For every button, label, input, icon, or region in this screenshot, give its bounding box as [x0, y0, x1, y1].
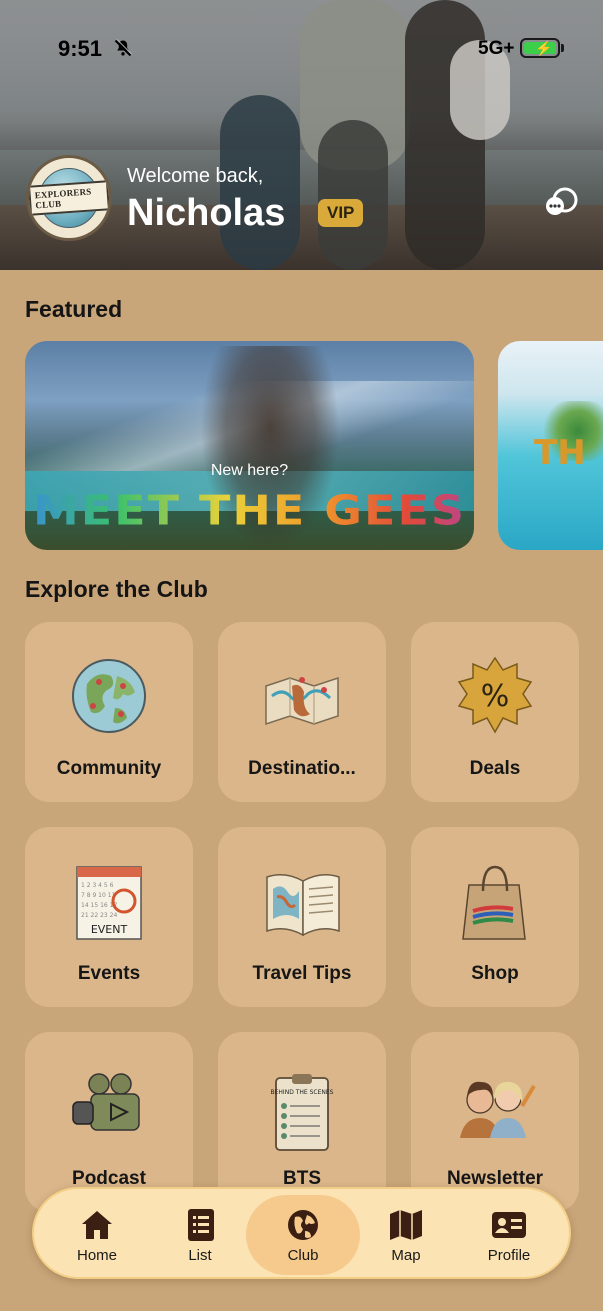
percent-badge-icon: % — [457, 656, 533, 734]
tile-label: Travel Tips — [252, 963, 352, 984]
tile-label: Community — [56, 758, 162, 779]
explore-heading: Explore the Club — [25, 576, 208, 602]
svg-text:1 2 3 4 5 6: 1 2 3 4 5 6 — [81, 882, 114, 889]
people-pencil-icon — [460, 1081, 536, 1138]
tile-podcast[interactable]: Podcast — [25, 1032, 193, 1212]
vip-badge: VIP — [318, 199, 364, 227]
card-subtitle: New here? — [210, 462, 289, 479]
tile-shop[interactable]: Shop — [411, 827, 579, 1007]
battery-cap — [561, 44, 564, 52]
card-title: MEET THE GEES — [25, 486, 474, 535]
tile-label: Shop — [471, 963, 519, 984]
tile-label: Deals — [469, 758, 521, 779]
tile-destinations[interactable]: Destinatio... — [218, 622, 386, 802]
nav-label: Club — [287, 1247, 319, 1264]
nav-home[interactable]: Home — [40, 1195, 154, 1275]
explorers-club-logo: EXPLORERS CLUB — [26, 155, 112, 241]
logo-ribbon: EXPLORERS CLUB — [29, 180, 109, 216]
tile-deals[interactable]: % Deals — [411, 622, 579, 802]
id-card-icon — [492, 1212, 526, 1238]
welcome-text: Welcome back, — [127, 165, 264, 187]
bell-slash-icon — [114, 38, 133, 57]
tile-community[interactable]: Community — [25, 622, 193, 802]
tile-travel-tips[interactable]: Travel Tips — [218, 827, 386, 1007]
tile-bts[interactable]: BEHIND THE SCENES BTS — [218, 1032, 386, 1212]
tile-newsletter[interactable]: Newsletter — [411, 1032, 579, 1212]
map-icon — [390, 1210, 422, 1240]
tile-events[interactable]: 1 2 3 4 5 67 8 9 10 11 14 15 16 17 21 22 … — [25, 827, 193, 1007]
globe-icon — [288, 1210, 318, 1240]
map-icon — [265, 676, 339, 726]
username: Nicholas — [127, 192, 286, 234]
nav-profile[interactable]: Profile — [452, 1195, 566, 1275]
calendar-icon: 1 2 3 4 5 67 8 9 10 11 14 15 16 1721 22 … — [76, 866, 142, 940]
tile-label: Destinatio... — [248, 758, 356, 779]
calendar-event-text: EVENT — [91, 923, 128, 936]
nav-map[interactable]: Map — [349, 1195, 463, 1275]
status-time: 9:51 — [58, 36, 103, 61]
shopping-bag-icon — [462, 865, 526, 940]
globe-icon — [72, 659, 146, 733]
battery-charging-icon: ⚡ — [520, 38, 560, 58]
clipboard-icon: BEHIND THE SCENES — [271, 1074, 334, 1151]
open-book-icon — [266, 874, 340, 937]
card-title: TH — [534, 433, 586, 473]
svg-text:7 8 9 10 11: 7 8 9 10 11 — [81, 892, 116, 899]
svg-text:21 22 23 24: 21 22 23 24 — [81, 912, 117, 919]
nav-label: Profile — [487, 1247, 531, 1264]
hero-figure — [318, 120, 388, 270]
nav-list[interactable]: List — [143, 1195, 257, 1275]
chat-bubbles-icon[interactable] — [544, 186, 578, 218]
home-icon — [82, 1211, 112, 1239]
featured-card-next[interactable]: TH — [498, 341, 603, 550]
list-icon — [188, 1209, 214, 1241]
svg-text:%: % — [481, 679, 510, 714]
network-indicator: 5G+ — [478, 38, 515, 59]
featured-heading: Featured — [25, 296, 123, 322]
nav-label: Home — [76, 1247, 117, 1264]
featured-card-meet-the-gees[interactable]: New here? MEET THE GEES — [25, 341, 474, 550]
video-camera-icon — [72, 1073, 140, 1131]
bottom-nav: Home List Club Map Profile — [32, 1187, 571, 1279]
nav-label: List — [188, 1247, 212, 1264]
nav-label: Map — [391, 1247, 421, 1264]
nav-club[interactable]: Club — [246, 1195, 360, 1275]
header-hero: 9:51 5G+ ⚡ EXPLORERS CLUB Welcome back, … — [0, 0, 603, 270]
clipboard-text: BEHIND THE SCENES — [271, 1089, 334, 1096]
tile-label: Events — [77, 963, 141, 984]
